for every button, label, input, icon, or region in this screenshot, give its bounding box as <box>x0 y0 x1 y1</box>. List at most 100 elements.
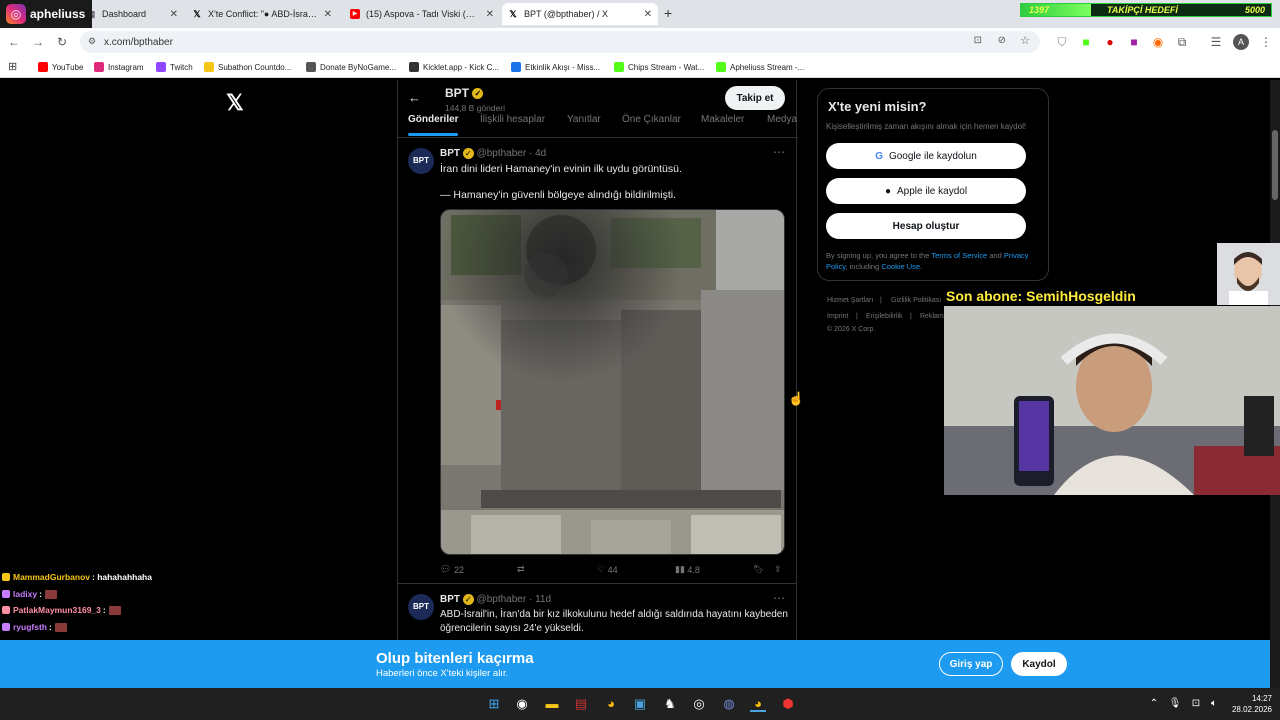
taskbar-clock[interactable]: 14:27 28.02.2026 <box>1226 693 1272 715</box>
terms-link[interactable]: Terms of Service <box>931 251 987 260</box>
avatar[interactable]: BPT <box>408 148 434 174</box>
tab-bpt[interactable]: 𝕏 BPT (@bpthaber) / X ✕ <box>502 3 658 25</box>
close-tab-icon[interactable]: ✕ <box>324 9 332 20</box>
orange-extension-icon[interactable]: ◉ <box>1150 34 1166 50</box>
create-account-button[interactable]: Hesap oluştur <box>826 213 1026 239</box>
more-options-icon[interactable]: ⋯ <box>773 591 785 605</box>
more-options-icon[interactable]: ⋯ <box>773 145 785 159</box>
bookmark-label: Donate ByNoGame... <box>320 62 397 72</box>
tab-dashboard[interactable]: ▦ Dashboard ✕ <box>80 3 184 25</box>
profile-avatar-icon[interactable]: A <box>1233 34 1249 50</box>
tray-arrow-icon[interactable]: ⌃ <box>1146 696 1162 712</box>
extensions-icon[interactable]: ⧉ <box>1174 34 1190 50</box>
bookmark-item[interactable]: Subathon Countdo... <box>204 60 291 74</box>
tweet-text: — Hamaney'in güvenli bölgeye alındığı bi… <box>440 189 677 201</box>
eye-off-icon[interactable]: ⊘ <box>998 35 1006 46</box>
retweet-button[interactable]: ⇄ <box>517 564 525 575</box>
close-tab-icon[interactable]: ✕ <box>644 9 652 20</box>
bookmark-item[interactable]: Kicklet.app - Kick C... <box>409 60 499 74</box>
bookmark-button[interactable]: 🔖︎ <box>753 564 764 575</box>
tweet-satellite-image[interactable] <box>440 209 785 555</box>
bookmark-icon <box>94 62 104 72</box>
app-icon[interactable]: ♞ <box>662 696 678 712</box>
bookmark-item[interactable]: Etkinlik Akışı - Miss... <box>511 60 600 74</box>
chat-badge-icon <box>2 623 10 631</box>
footer-link-privacy[interactable]: Gizlilik Politikası <box>891 297 941 304</box>
chrome-icon[interactable]: ◕ <box>750 696 766 712</box>
bookmark-item[interactable]: Chips Stream - Wat... <box>614 60 704 74</box>
views-button[interactable]: ▮▮ 4.8 <box>675 564 700 575</box>
purple-extension-icon[interactable]: ■ <box>1126 34 1142 50</box>
steam-icon[interactable]: ◉ <box>514 696 530 712</box>
author-name[interactable]: BPT <box>440 148 460 159</box>
author-handle[interactable]: @bpthaber <box>477 594 527 605</box>
install-icon[interactable]: ⊡ <box>974 35 982 46</box>
tweet-time[interactable]: · 11d <box>529 594 551 605</box>
back-arrow-icon[interactable]: ← <box>408 90 421 105</box>
goal-current: 1397 <box>1029 5 1050 15</box>
discord-icon[interactable]: ◍ <box>721 696 737 712</box>
bookmark-item[interactable]: Apheliuss Stream -... <box>716 60 804 74</box>
new-tab-icon[interactable]: + <box>664 5 672 21</box>
app-icon[interactable]: ▤ <box>573 696 589 712</box>
shield-extension-icon[interactable]: ⛉ <box>1054 34 1070 50</box>
tab-label: X'te Conflict: "● ABD-İsrail'e ... <box>208 9 318 19</box>
chrome-icon[interactable]: ◕ <box>603 696 619 712</box>
bookmark-item[interactable]: Donate ByNoGame... <box>306 60 396 74</box>
tab-articles[interactable]: Makaleler <box>701 114 744 125</box>
tab-x-conflict[interactable]: 𝕏 X'te Conflict: "● ABD-İsrail'e ... ✕ <box>186 3 338 25</box>
login-button[interactable]: Giriş yap <box>939 652 1003 676</box>
close-tab-icon[interactable]: ✕ <box>486 9 494 20</box>
reload-icon[interactable]: ↻ <box>54 34 70 50</box>
google-signup-button[interactable]: G Google ile kaydolun <box>826 143 1026 169</box>
footer-link-ads[interactable]: Reklam <box>920 313 944 320</box>
reading-list-icon[interactable]: ☰ <box>1208 34 1224 50</box>
footer-link-imprint[interactable]: Imprint <box>827 313 848 320</box>
bookmark-item[interactable]: Instagram <box>94 60 144 74</box>
back-icon[interactable]: ← <box>6 34 22 50</box>
site-info-icon[interactable]: ⚙ <box>88 36 96 47</box>
signup-button[interactable]: Kaydol <box>1011 652 1067 676</box>
footer-link-terms[interactable]: Hizmet Şartları <box>827 297 873 304</box>
bookmark-item[interactable]: Twitch <box>156 60 193 74</box>
cookie-link[interactable]: Cookie Use. <box>881 262 922 271</box>
tweet-time[interactable]: · 4d <box>529 148 546 159</box>
tab-affiliates[interactable]: İlişkili hesaplar <box>480 114 545 125</box>
forward-icon[interactable]: → <box>30 34 46 50</box>
view-count: 4.8 <box>687 564 700 575</box>
red-extension-icon[interactable]: ● <box>1102 34 1118 50</box>
address-bar[interactable]: ⚙ x.com/bpthaber ⊡ ⊘ ☆ <box>80 31 1040 53</box>
app-icon[interactable]: ⬢ <box>780 696 796 712</box>
file-explorer-icon[interactable]: ▬ <box>544 696 560 712</box>
volume-icon[interactable]: 🔈︎ <box>1206 696 1222 712</box>
scrollbar-thumb[interactable] <box>1272 130 1278 200</box>
author-name[interactable]: BPT <box>440 594 460 605</box>
app-icon[interactable]: ▣ <box>632 696 648 712</box>
x-logo-icon[interactable]: 𝕏 <box>226 90 244 116</box>
obs-icon[interactable]: ◎ <box>691 696 707 712</box>
close-tab-icon[interactable]: ✕ <box>170 9 178 20</box>
like-button[interactable]: ♡ 44 <box>597 564 618 575</box>
menu-dots-icon[interactable]: ⋮ <box>1258 34 1274 50</box>
share-button[interactable]: ⇪ <box>774 564 782 575</box>
bookmark-star-icon[interactable]: ☆ <box>1020 34 1030 47</box>
author-handle[interactable]: @bpthaber <box>477 148 527 159</box>
tab-replies[interactable]: Yanıtlar <box>567 114 601 125</box>
reply-button[interactable]: 💬︎ 22 <box>440 564 464 575</box>
tab-youtube[interactable]: ▶ (15) Aspova - Tadı Viski (Official... … <box>344 3 500 25</box>
microphone-icon[interactable]: 🎙︎ <box>1167 696 1183 712</box>
tab-media[interactable]: Medya <box>767 114 797 125</box>
tab-posts[interactable]: Gönderiler <box>408 114 459 125</box>
windows-start-icon[interactable]: ⊞ <box>486 696 502 712</box>
footer-link-accessibility[interactable]: Erişilebilirlik <box>866 313 903 320</box>
avatar[interactable]: BPT <box>408 594 434 620</box>
bookmark-item[interactable]: YouTube <box>38 60 83 74</box>
kick-extension-icon[interactable]: ■ <box>1078 34 1094 50</box>
follow-button[interactable]: Takip et <box>725 86 785 110</box>
tweet[interactable]: BPT BPT ✓ @bpthaber · 11d ⋯ ABD-İsrail'i… <box>398 585 796 640</box>
apps-grid-icon[interactable]: ⊞ <box>8 60 17 73</box>
tab-highlights[interactable]: Öne Çıkanlar <box>622 114 681 125</box>
network-icon[interactable]: ⊡ <box>1188 696 1204 712</box>
apple-signup-button[interactable]: ● Apple ile kaydol <box>826 178 1026 204</box>
windows-taskbar: ⊞ ◉ ▬ ▤ ◕ ▣ ♞ ◎ ◍ ◕ ⬢ ⌃ 🎙︎ ⊡ 🔈︎ 14:27 28… <box>0 688 1280 720</box>
